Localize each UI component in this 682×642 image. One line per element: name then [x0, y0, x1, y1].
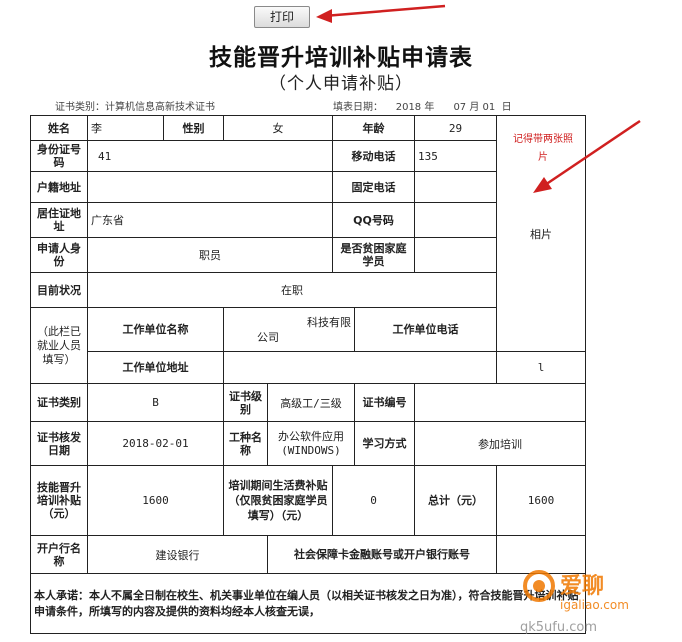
gender-field[interactable]: 女 [223, 115, 333, 141]
job-type-label: 工种名称 [223, 421, 268, 466]
cert-level-field[interactable]: 高级工/三级 [267, 383, 355, 422]
name-label: 姓名 [30, 115, 88, 141]
status-field[interactable]: 在职 [87, 272, 497, 308]
employer-address-field[interactable] [223, 351, 497, 384]
commitment-text: 本人承诺：本人不属全日制在校生、机关事业单位在编人员（以相关证书核发之日为准），… [34, 588, 579, 618]
fill-date-label: 填表日期： [333, 102, 383, 113]
account-label: 社会保障卡金融账号或开户银行账号 [267, 535, 497, 574]
cert-category-label: 证书类别： [55, 102, 105, 113]
total-label: 总计（元） [414, 465, 497, 536]
watermark-logo-icon [523, 570, 555, 602]
fill-date-day: 日 [501, 102, 512, 113]
landline-field[interactable] [414, 171, 497, 203]
study-mode-label: 学习方式 [354, 421, 415, 466]
living-subsidy-label: 培训期间生活费补贴（仅限贫困家庭学员填写）（元） [223, 465, 333, 536]
bank-field[interactable]: 建设银行 [87, 535, 268, 574]
annotation-arrow-print [316, 4, 446, 23]
name-field[interactable]: 李 [87, 115, 164, 141]
total-field[interactable]: 1600 [496, 465, 586, 536]
employer-name-value-2: 公司 [257, 330, 279, 344]
cert-issue-date-field[interactable]: 2018-02-01 [87, 421, 224, 466]
employer-address-label: 工作单位地址 [87, 351, 224, 384]
cert-level-label: 证书级别 [223, 383, 268, 422]
watermark-url-secondary: qk5ufu.com [520, 620, 598, 635]
page-subtitle: （个人申请补贴） [269, 74, 413, 94]
print-button[interactable]: 打印 [254, 6, 310, 28]
watermark-text: 爱聊 [560, 574, 605, 599]
age-label: 年龄 [332, 115, 415, 141]
watermark: 爱聊 igaliao.com qk5ufu.com [520, 568, 680, 638]
employer-phone-label: 工作单位电话 [354, 307, 497, 352]
photo-label: 相片 [530, 227, 552, 241]
cert-number-field[interactable] [414, 383, 586, 422]
bank-label: 开户行名称 [30, 535, 88, 574]
cert-type-label: 证书类别 [30, 383, 88, 422]
poor-family-label: 是否贫困家庭学员 [332, 237, 415, 273]
subsidy-label: 技能晋升培训补贴（元） [30, 465, 88, 536]
job-type-value-1: 办公软件应用 [278, 429, 344, 443]
applicant-identity-label: 申请人身份 [30, 237, 88, 273]
job-type-field[interactable]: 办公软件应用 (WINDOWS) [267, 421, 355, 466]
cert-category-value: 计算机信息高新技术证书 [105, 102, 215, 113]
employer-name-value-1: 科技有限 [307, 315, 351, 329]
fill-date-month: 07 月 01 [453, 102, 496, 113]
age-field[interactable]: 29 [414, 115, 497, 141]
page-title: 技能晋升培训补贴申请表 [209, 45, 473, 71]
residence-address-label: 居住证地址 [30, 202, 88, 238]
living-subsidy-field[interactable]: 0 [332, 465, 415, 536]
job-type-value-2: (WINDOWS) [281, 443, 341, 457]
cert-issue-date-label: 证书核发日期 [30, 421, 88, 466]
cert-number-label: 证书编号 [354, 383, 415, 422]
gender-label: 性别 [163, 115, 224, 141]
qq-field[interactable] [414, 202, 497, 238]
study-mode-field[interactable]: 参加培训 [414, 421, 586, 466]
fill-date-year: 2018 年 [395, 102, 435, 113]
id-number-label: 身份证号码 [30, 140, 88, 172]
landline-label: 固定电话 [332, 171, 415, 203]
watermark-url: igaliao.com [560, 598, 629, 612]
employer-name-label: 工作单位名称 [87, 307, 224, 352]
applicant-identity-field[interactable]: 职员 [87, 237, 333, 273]
hukou-address-label: 户籍地址 [30, 171, 88, 203]
qq-label: QQ号码 [332, 202, 415, 238]
subsidy-field[interactable]: 1600 [87, 465, 224, 536]
poor-family-field[interactable] [414, 237, 497, 273]
employer-phone-field[interactable]: l [496, 351, 586, 384]
hukou-address-field[interactable] [87, 171, 333, 203]
cert-type-field[interactable]: B [87, 383, 224, 422]
employed-note-label: （此栏已就业人员填写） [30, 307, 88, 384]
status-label: 目前状况 [30, 272, 88, 308]
commitment-statement: 本人承诺：本人不属全日制在校生、机关事业单位在编人员（以相关证书核发之日为准），… [30, 573, 586, 634]
mobile-field[interactable]: 135 [414, 140, 497, 172]
id-number-field[interactable]: 41 [87, 140, 333, 172]
annotation-arrow-photo [533, 119, 641, 193]
cert-category: 证书类别：计算机信息高新技术证书 [55, 98, 215, 113]
mobile-label: 移动电话 [332, 140, 415, 172]
residence-address-field[interactable]: 广东省 [87, 202, 333, 238]
employer-name-field[interactable]: 科技有限 公司 [223, 307, 355, 352]
fill-date: 填表日期： 2018 年 07 月 01 日 [333, 98, 512, 113]
